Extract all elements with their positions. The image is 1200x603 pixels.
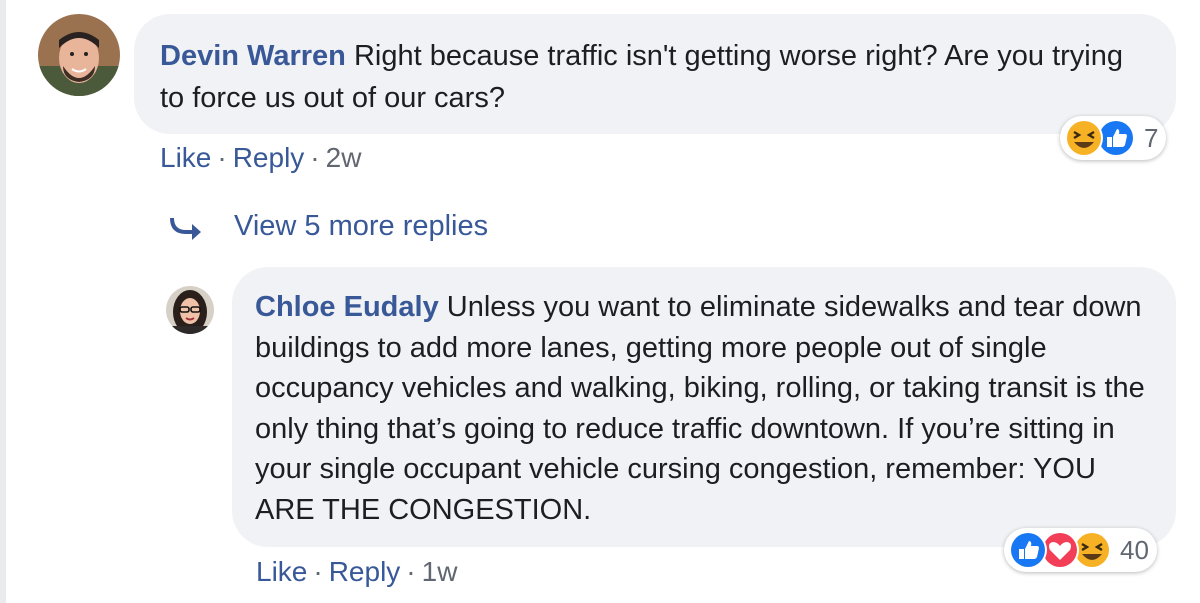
reaction-count: 7	[1144, 122, 1159, 153]
separator: ·	[406, 556, 416, 587]
reply-link[interactable]: Reply	[329, 556, 401, 587]
like-link[interactable]: Like	[256, 556, 307, 587]
comment-actions: Like · Reply · 2w	[160, 142, 361, 174]
comment-bubble: Devin Warren Right because traffic isn't…	[134, 14, 1176, 134]
comment-actions: Like · Reply · 1w	[256, 556, 457, 588]
comment-author[interactable]: Chloe Eudaly	[255, 291, 439, 323]
comment-bubble: Chloe Eudaly Unless you want to eliminat…	[232, 267, 1176, 547]
separator: ·	[310, 142, 320, 173]
view-more-replies[interactable]: View 5 more replies	[168, 210, 488, 243]
avatar[interactable]	[38, 14, 120, 96]
like-link[interactable]: Like	[160, 142, 211, 173]
comment-author[interactable]: Devin Warren	[160, 40, 346, 72]
like-icon	[1008, 530, 1048, 570]
reply-arrow-icon	[170, 217, 201, 240]
timestamp[interactable]: 2w	[326, 142, 362, 173]
reactions-summary[interactable]: 40	[1004, 528, 1157, 572]
timestamp[interactable]: 1w	[422, 556, 458, 587]
reply-link[interactable]: Reply	[233, 142, 305, 173]
haha-icon	[1064, 118, 1104, 158]
comment-text: Unless you want to eliminate sidewalks a…	[255, 291, 1145, 526]
separator: ·	[217, 142, 227, 173]
view-more-label[interactable]: View 5 more replies	[234, 210, 488, 243]
separator: ·	[313, 556, 323, 587]
reaction-count: 40	[1120, 534, 1149, 565]
left-border	[0, 0, 6, 603]
avatar[interactable]	[166, 286, 214, 334]
reactions-summary[interactable]: 7	[1060, 116, 1167, 160]
